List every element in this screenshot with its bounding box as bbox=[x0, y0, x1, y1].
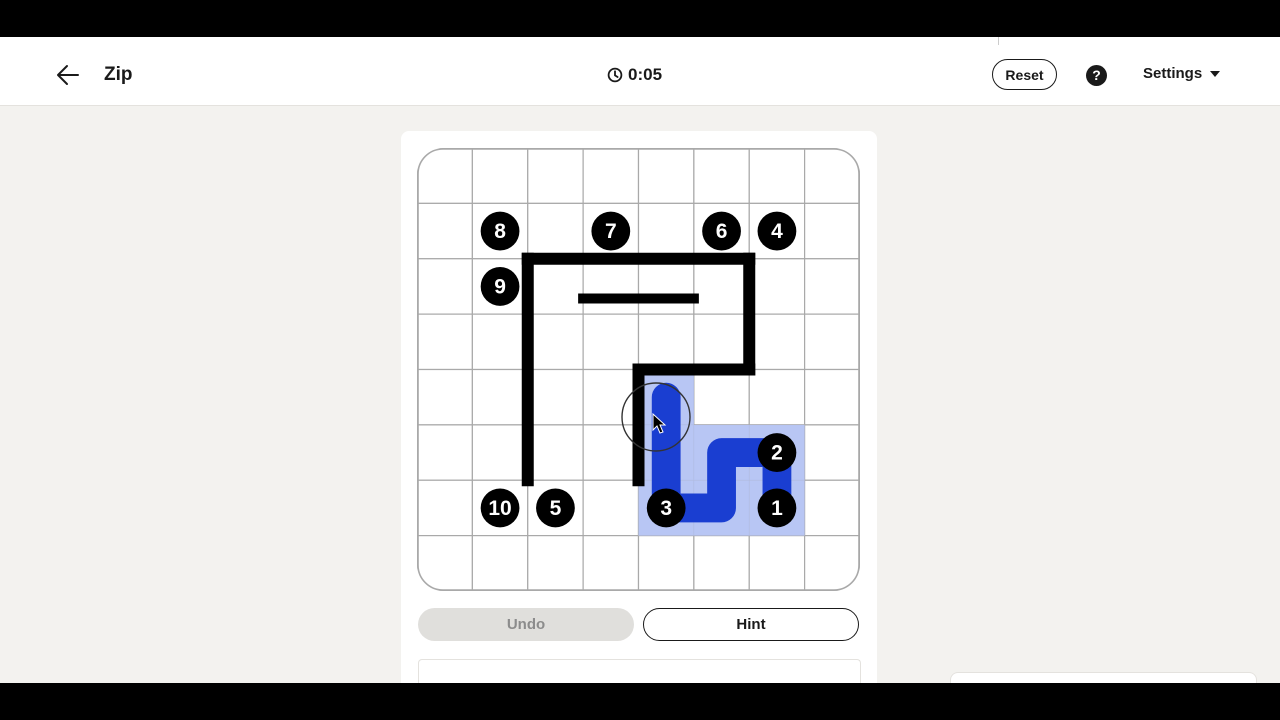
number-checkpoint-label: 8 bbox=[494, 220, 506, 243]
grid-cell[interactable] bbox=[527, 535, 584, 591]
timer: 0:05 bbox=[607, 65, 662, 85]
number-checkpoint[interactable]: 9 bbox=[480, 267, 520, 306]
back-button[interactable] bbox=[52, 59, 84, 91]
grid-cell[interactable] bbox=[582, 258, 640, 315]
hint-button[interactable]: Hint bbox=[643, 608, 859, 641]
number-checkpoint[interactable]: 2 bbox=[757, 433, 797, 472]
grid-cell[interactable] bbox=[417, 368, 473, 426]
number-checkpoint[interactable]: 6 bbox=[702, 211, 741, 251]
number-checkpoint-label: 4 bbox=[771, 220, 783, 243]
grid-cell[interactable] bbox=[527, 258, 584, 315]
number-checkpoint-label: 5 bbox=[550, 497, 562, 520]
number-checkpoint-label: 3 bbox=[660, 497, 672, 520]
settings-button[interactable]: Settings bbox=[1143, 65, 1221, 82]
browser-strip bbox=[0, 37, 1280, 45]
undo-button: Undo bbox=[418, 608, 634, 641]
letterbox-top bbox=[0, 0, 1280, 37]
grid-cell[interactable] bbox=[693, 148, 750, 204]
grid-cell[interactable] bbox=[637, 313, 695, 371]
grid-cell[interactable] bbox=[804, 368, 860, 426]
number-checkpoint-label: 1 bbox=[771, 497, 783, 520]
puzzle-grid[interactable]: 8 7 6 4 9 2 10 5 3 1 bbox=[417, 148, 860, 591]
grid-cell[interactable] bbox=[693, 368, 750, 426]
grid-cell[interactable] bbox=[582, 479, 640, 537]
game-header: Zip 0:05 Reset ? Settings bbox=[0, 45, 1280, 106]
grid-cell[interactable] bbox=[804, 479, 860, 537]
number-checkpoint-label: 9 bbox=[494, 275, 506, 298]
grid-cell[interactable] bbox=[471, 368, 529, 426]
grid-cell[interactable] bbox=[582, 535, 640, 591]
grid-cell[interactable] bbox=[527, 424, 584, 481]
grid-cell[interactable] bbox=[582, 368, 640, 426]
grid-cell[interactable] bbox=[804, 258, 860, 315]
number-checkpoint[interactable]: 1 bbox=[757, 488, 797, 528]
number-checkpoint[interactable]: 8 bbox=[480, 211, 520, 251]
grid-cell[interactable] bbox=[693, 535, 750, 591]
grid-cell[interactable] bbox=[637, 258, 695, 315]
grid-cell[interactable] bbox=[804, 424, 860, 481]
grid-cell[interactable] bbox=[748, 313, 806, 371]
grid-cell[interactable] bbox=[417, 258, 473, 315]
puzzle-board[interactable]: 8 7 6 4 9 2 10 5 3 1 bbox=[417, 148, 860, 591]
grid-cell[interactable] bbox=[527, 368, 584, 426]
number-checkpoint-label: 7 bbox=[605, 220, 617, 243]
grid-cell[interactable] bbox=[637, 535, 695, 591]
browser-strip-divider bbox=[998, 37, 999, 45]
number-checkpoint[interactable]: 3 bbox=[646, 488, 686, 528]
grid-cell[interactable] bbox=[417, 479, 473, 537]
grid-cell[interactable] bbox=[471, 313, 529, 371]
letterbox-bottom bbox=[0, 683, 1280, 720]
grid-cell[interactable] bbox=[637, 202, 695, 260]
clock-icon bbox=[607, 67, 623, 83]
settings-label: Settings bbox=[1143, 65, 1203, 82]
grid-cell[interactable] bbox=[471, 424, 529, 481]
grid-cell[interactable] bbox=[582, 424, 640, 481]
grid-cell[interactable] bbox=[527, 313, 584, 371]
grid-cell[interactable] bbox=[527, 148, 584, 204]
grid-cell[interactable] bbox=[471, 535, 529, 591]
grid-cell[interactable] bbox=[804, 313, 860, 371]
caret-down-icon bbox=[1210, 70, 1221, 77]
timer-value: 0:05 bbox=[628, 65, 663, 84]
grid-cell[interactable] bbox=[693, 258, 750, 315]
grid-cell[interactable] bbox=[582, 313, 640, 371]
question-icon[interactable]: ? bbox=[1086, 65, 1107, 86]
grid-cell[interactable] bbox=[748, 368, 806, 426]
grid-cell[interactable] bbox=[417, 424, 473, 481]
number-checkpoint-label: 6 bbox=[716, 220, 728, 243]
grid-cell[interactable] bbox=[748, 535, 806, 591]
grid-cell[interactable] bbox=[582, 148, 640, 204]
grid-cell[interactable] bbox=[417, 313, 473, 371]
grid-cell[interactable] bbox=[804, 202, 860, 260]
reset-button[interactable]: Reset bbox=[992, 59, 1057, 90]
grid-cell[interactable] bbox=[637, 148, 695, 204]
number-checkpoint-label: 10 bbox=[488, 497, 511, 520]
grid-cell[interactable] bbox=[693, 313, 750, 371]
number-checkpoint-label: 2 bbox=[771, 442, 783, 465]
grid-cell[interactable] bbox=[527, 202, 584, 260]
arrow-left-icon bbox=[57, 65, 79, 85]
game-title: Zip bbox=[104, 64, 133, 85]
number-checkpoint[interactable]: 10 bbox=[480, 488, 520, 528]
number-checkpoint[interactable]: 5 bbox=[536, 488, 575, 528]
grid-cell[interactable] bbox=[417, 202, 473, 260]
grid-cell[interactable] bbox=[748, 258, 806, 315]
number-checkpoint[interactable]: 7 bbox=[591, 211, 631, 251]
number-checkpoint[interactable]: 4 bbox=[757, 211, 797, 251]
grid-cell[interactable] bbox=[748, 148, 806, 204]
grid-cell[interactable] bbox=[471, 148, 529, 204]
